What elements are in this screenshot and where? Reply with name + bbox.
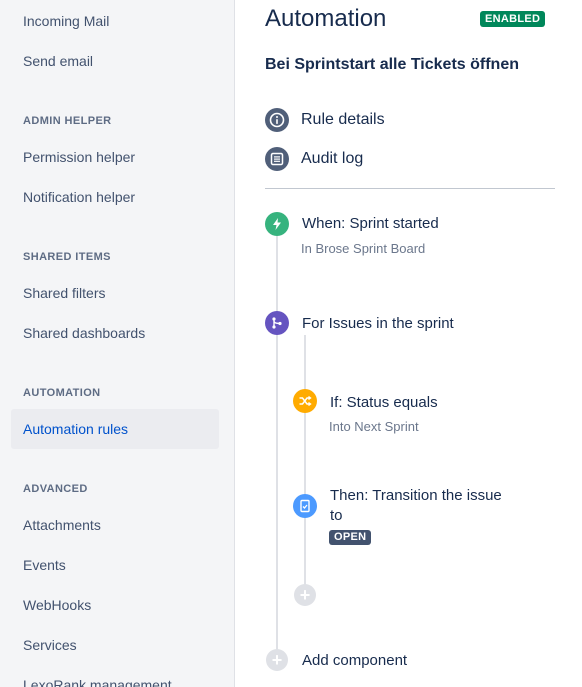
sidebar-section-admin-helper: ADMIN HELPER xyxy=(23,115,112,127)
sidebar-item-lexorank-management[interactable]: LexoRank management xyxy=(11,665,219,687)
rule-details-label: Rule details xyxy=(301,111,385,128)
rule-flow-line xyxy=(276,236,278,659)
trigger-title[interactable]: When: Sprint started xyxy=(302,214,439,234)
action-title[interactable]: Then: Transition the issue to xyxy=(330,486,502,526)
document-list-icon xyxy=(265,147,289,171)
action-node-icon[interactable] xyxy=(293,494,317,518)
lightning-icon xyxy=(273,218,281,230)
trigger-subtitle: In Brose Sprint Board xyxy=(301,241,426,256)
sidebar-item-attachments[interactable]: Attachments xyxy=(11,505,219,545)
add-component-label[interactable]: Add component xyxy=(302,651,407,671)
rule-details-link[interactable]: Rule details xyxy=(265,107,385,133)
page-title: Automation xyxy=(265,5,387,32)
sidebar-item-permission-helper[interactable]: Permission helper xyxy=(11,137,219,177)
plus-icon: + xyxy=(271,650,283,670)
sidebar-item-incoming-mail[interactable]: Incoming Mail xyxy=(11,1,219,41)
info-icon xyxy=(265,108,289,132)
branch-flow-line xyxy=(304,335,306,597)
sidebar-item-automation-rules[interactable]: Automation rules xyxy=(11,409,219,449)
audit-log-label: Audit log xyxy=(301,150,364,167)
shuffle-icon xyxy=(299,395,312,407)
rule-name: Bei Sprintstart alle Tickets öffnen xyxy=(265,56,519,73)
divider xyxy=(265,188,555,189)
branch-node-icon[interactable] xyxy=(265,311,289,335)
sidebar-item-shared-dashboards[interactable]: Shared dashboards xyxy=(11,313,219,353)
condition-title[interactable]: If: Status equals xyxy=(330,393,438,413)
edit-issue-icon xyxy=(300,499,310,513)
branch-title[interactable]: For Issues in the sprint xyxy=(302,314,454,334)
sidebar-item-services[interactable]: Services xyxy=(11,625,219,665)
condition-node-icon[interactable] xyxy=(293,389,317,413)
status-badge[interactable]: ENABLED xyxy=(480,11,546,27)
sidebar-section-advanced: ADVANCED xyxy=(23,483,88,495)
sidebar-item-notification-helper[interactable]: Notification helper xyxy=(11,177,219,217)
sidebar-item-shared-filters[interactable]: Shared filters xyxy=(11,273,219,313)
add-branch-component-button[interactable]: + xyxy=(294,584,316,606)
action-title-line1: Then: Transition the issue xyxy=(330,487,502,504)
plus-icon: + xyxy=(299,585,311,605)
sidebar-item-webhooks[interactable]: WebHooks xyxy=(11,585,219,625)
automation-rule-panel: Automation ENABLED Bei Sprintstart alle … xyxy=(235,0,582,687)
sidebar-section-automation: AUTOMATION xyxy=(23,387,101,399)
transition-status-lozenge: OPEN xyxy=(329,530,372,545)
audit-log-link[interactable]: Audit log xyxy=(265,146,363,172)
sidebar-section-shared-items: SHARED ITEMS xyxy=(23,251,111,263)
condition-subtitle: Into Next Sprint xyxy=(329,419,419,434)
action-title-line2: to xyxy=(330,507,343,524)
sidebar-item-send-email[interactable]: Send email xyxy=(11,41,219,81)
add-component-icon-button[interactable]: + xyxy=(266,649,288,671)
admin-sidebar: Incoming Mail Send email ADMIN HELPER Pe… xyxy=(0,0,235,687)
branch-icon xyxy=(272,317,282,329)
trigger-node-icon[interactable] xyxy=(265,212,289,236)
sidebar-item-events[interactable]: Events xyxy=(11,545,219,585)
